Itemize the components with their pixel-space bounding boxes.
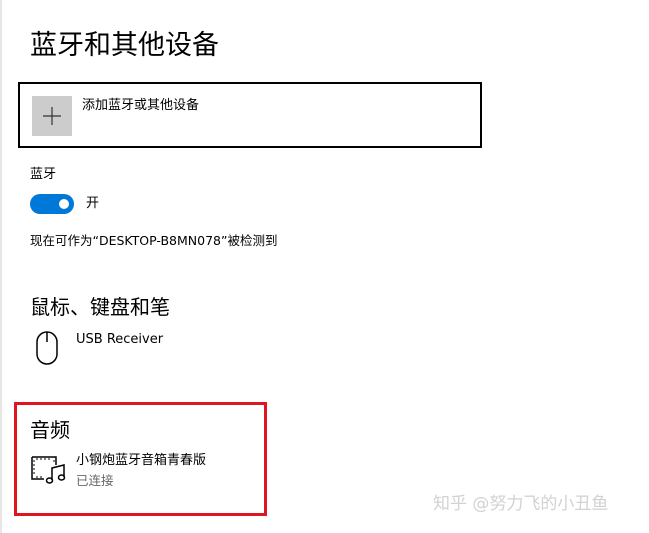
speaker-audio-icon bbox=[30, 452, 68, 486]
discoverable-status: 现在可作为“DESKTOP-B8MN078”被检测到 bbox=[30, 233, 278, 248]
page-title: 蓝牙和其他设备 bbox=[30, 30, 219, 61]
mouse-icon bbox=[30, 328, 64, 370]
audio-heading: 音频 bbox=[30, 418, 70, 442]
bluetooth-toggle[interactable] bbox=[30, 194, 74, 214]
add-device-button[interactable]: 添加蓝牙或其他设备 bbox=[18, 82, 482, 148]
device-name-speaker[interactable]: 小钢炮蓝牙音箱青春版 bbox=[76, 452, 206, 470]
plus-icon bbox=[32, 96, 72, 136]
watermark: 知乎 @努力飞的小丑鱼 bbox=[433, 494, 609, 514]
device-name-usb-receiver[interactable]: USB Receiver bbox=[76, 331, 163, 349]
add-device-label: 添加蓝牙或其他设备 bbox=[82, 98, 200, 113]
bluetooth-toggle-state: 开 bbox=[86, 196, 100, 211]
window-left-edge bbox=[0, 0, 2, 533]
mouse-keyboard-pen-heading: 鼠标、键盘和笔 bbox=[30, 295, 170, 319]
device-status-connected: 已连接 bbox=[76, 473, 114, 488]
bluetooth-heading: 蓝牙 bbox=[30, 167, 57, 182]
toggle-knob bbox=[59, 199, 69, 209]
